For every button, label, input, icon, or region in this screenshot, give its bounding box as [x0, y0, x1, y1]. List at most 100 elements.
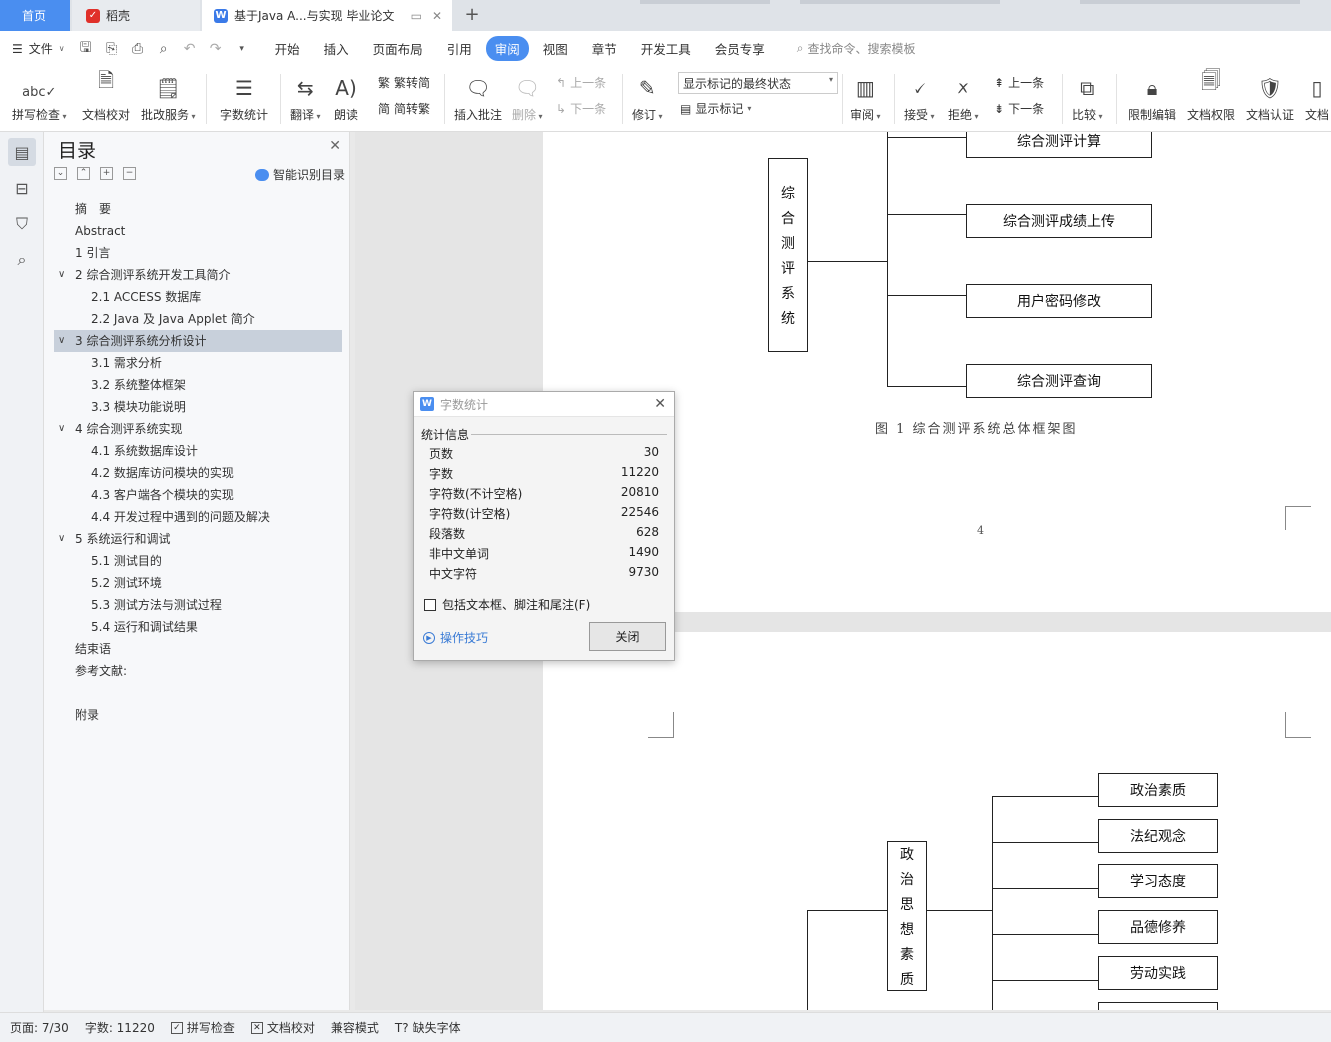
- toc-item[interactable]: ∨ 2 综合测评系统开发工具简介: [54, 264, 342, 286]
- accept-button[interactable]: 🗸 接受 ▾: [904, 70, 935, 123]
- add-heading-icon[interactable]: +: [100, 167, 113, 180]
- undo-icon[interactable]: ↶: [177, 41, 203, 57]
- toc-item[interactable]: 附录: [54, 704, 342, 726]
- tips-link[interactable]: ▶ 操作技巧: [423, 629, 488, 646]
- toc-item[interactable]: 1 引言: [54, 242, 342, 264]
- markup-state-select[interactable]: 显示标记的最终状态 ▾: [678, 72, 838, 94]
- toc-item[interactable]: 参考文献:: [54, 660, 342, 682]
- chevron-down-icon[interactable]: ∨: [58, 418, 65, 440]
- read-aloud-button[interactable]: A) 朗读: [334, 70, 358, 123]
- quick-access-more-icon[interactable]: ▾: [229, 44, 255, 54]
- toc-item[interactable]: ∨ 5 系统运行和调试: [54, 528, 342, 550]
- bookmark-icon[interactable]: ⛉: [8, 210, 36, 238]
- review-pane-button[interactable]: ▥ 审阅 ▾: [850, 70, 881, 123]
- simp-to-trad-button[interactable]: 简 简转繁: [378, 100, 430, 117]
- collapse-all-icon[interactable]: ⌄: [54, 167, 67, 180]
- chevron-down-icon[interactable]: ∨: [58, 264, 65, 286]
- track-changes-button[interactable]: ✎ 修订 ▾: [632, 70, 663, 123]
- menu-reference[interactable]: 引用: [437, 36, 482, 61]
- menu-start[interactable]: 开始: [265, 36, 310, 61]
- print-preview-icon[interactable]: ⌕: [151, 41, 177, 57]
- menu-chapter[interactable]: 章节: [582, 36, 627, 61]
- show-markup-button[interactable]: ▤ 显示标记 ▾: [680, 100, 751, 117]
- save-icon[interactable]: 🖫: [73, 37, 99, 61]
- toc-panel-icon[interactable]: ▤: [8, 138, 36, 166]
- prev-change-button[interactable]: ⇞ 上一条: [994, 74, 1044, 91]
- document-permission-button[interactable]: 🗐 文档权限: [1187, 68, 1235, 123]
- close-icon[interactable]: ✕: [329, 138, 341, 154]
- dialog-titlebar[interactable]: W 字数统计: [414, 392, 674, 417]
- tab-document[interactable]: W 基于Java A...与实现 毕业论文 ▭ ✕: [202, 0, 452, 31]
- trad-to-simp-button[interactable]: 繁 繁转简: [378, 74, 430, 91]
- reject-button[interactable]: 🗴 拒绝 ▾: [948, 70, 979, 123]
- close-tab-icon[interactable]: ✕: [432, 9, 442, 23]
- include-textbox-checkbox[interactable]: 包括文本框、脚注和尾注(F): [424, 596, 590, 613]
- revise-service-button[interactable]: 🗒 批改服务 ▾: [141, 70, 196, 123]
- expand-up-icon[interactable]: ⌃: [77, 167, 90, 180]
- toc-item[interactable]: ∨ 4 综合测评系统实现: [54, 418, 342, 440]
- export-pdf-icon[interactable]: ⎘: [99, 41, 125, 57]
- translate-button[interactable]: ⇆ 翻译 ▾: [290, 70, 321, 123]
- chapter-nav-icon[interactable]: ⊟: [8, 174, 36, 202]
- menu-page-layout[interactable]: 页面布局: [363, 36, 433, 61]
- status-proofread[interactable]: ✕ 文档校对: [250, 1019, 315, 1036]
- new-tab-button[interactable]: +: [460, 3, 484, 27]
- toc-item[interactable]: 5.3 测试方法与测试过程: [54, 594, 342, 616]
- menu-view[interactable]: 视图: [533, 36, 578, 61]
- chevron-down-icon[interactable]: ∨: [58, 330, 65, 352]
- toc-item[interactable]: 4.1 系统数据库设计: [54, 440, 342, 462]
- toc-item[interactable]: 5.4 运行和调试结果: [54, 616, 342, 638]
- status-spellcheck[interactable]: ✓ 拼写检查: [170, 1019, 235, 1036]
- command-search[interactable]: ⌕ 查找命令、搜索模板: [797, 40, 916, 57]
- word-count-indicator[interactable]: 字数: 11220: [85, 1019, 155, 1036]
- remove-heading-icon[interactable]: −: [123, 167, 136, 180]
- tab-home[interactable]: 首页: [0, 0, 70, 31]
- restrict-editing-button[interactable]: 🔒︎ 限制编辑: [1128, 70, 1176, 123]
- tab-daoke[interactable]: ✓ 稻壳: [72, 0, 200, 31]
- print-icon[interactable]: ⎙: [125, 41, 151, 57]
- file-menu[interactable]: ☰ 文件 ∨: [12, 40, 65, 57]
- menu-review[interactable]: 审阅: [485, 36, 529, 61]
- page-indicator[interactable]: 页面: 7/30: [10, 1019, 69, 1036]
- toc-item[interactable]: 4.2 数据库访问模块的实现: [54, 462, 342, 484]
- toc-item[interactable]: 3.3 模块功能说明: [54, 396, 342, 418]
- toc-item[interactable]: 5.2 测试环境: [54, 572, 342, 594]
- document-more-button[interactable]: ▯ 文档: [1305, 70, 1329, 123]
- toc-item[interactable]: 5.1 测试目的: [54, 550, 342, 572]
- redo-icon[interactable]: ↷: [203, 41, 229, 57]
- toc-item[interactable]: Abstract: [54, 220, 342, 242]
- word-count-button[interactable]: ☰ 字数统计: [220, 70, 268, 123]
- smart-toc-button[interactable]: 智能识别目录: [254, 166, 345, 183]
- close-button[interactable]: 关闭: [589, 622, 666, 651]
- document-page[interactable]: 政治思想素质 政治素质 法纪观念 学习态度 品德修养 劳动实践: [543, 632, 1331, 1010]
- toc-item[interactable]: 2.1 ACCESS 数据库: [54, 286, 342, 308]
- compat-mode[interactable]: 兼容模式: [331, 1019, 379, 1036]
- prev-comment-button[interactable]: ↰ 上一条: [556, 74, 606, 91]
- toc-item[interactable]: 3.2 系统整体框架: [54, 374, 342, 396]
- insert-comment-button[interactable]: 🗨 插入批注: [454, 70, 502, 123]
- toc-item[interactable]: 2.2 Java 及 Java Applet 简介: [54, 308, 342, 330]
- menu-insert[interactable]: 插入: [314, 36, 359, 61]
- search-icon[interactable]: ⌕: [8, 246, 36, 274]
- toc-item[interactable]: 4.3 客户端各个模块的实现: [54, 484, 342, 506]
- toc-item[interactable]: 摘 要: [54, 198, 342, 220]
- next-comment-button[interactable]: ↳ 下一条: [556, 100, 606, 117]
- window-restore-icon[interactable]: ▭: [411, 9, 422, 23]
- toc-item[interactable]: 3.1 需求分析: [54, 352, 342, 374]
- toc-item[interactable]: 结束语: [54, 638, 342, 660]
- spellcheck-button[interactable]: abc✓ 拼写检查 ▾: [12, 70, 67, 123]
- proofread-button[interactable]: 🗎 文档校对: [82, 68, 130, 123]
- toc-item[interactable]: ∨ 3 综合测评系统分析设计: [54, 330, 342, 352]
- missing-font[interactable]: T? 缺失字体: [395, 1019, 461, 1036]
- next-change-button[interactable]: ⇟ 下一条: [994, 100, 1044, 117]
- menu-member[interactable]: 会员专享: [705, 36, 775, 61]
- toc-item[interactable]: 4.4 开发过程中遇到的问题及解决: [54, 506, 342, 528]
- delete-comment-button[interactable]: 🗨 删除 ▾: [512, 70, 543, 123]
- close-icon[interactable]: ✕: [654, 396, 666, 412]
- compare-button[interactable]: ⧉ 比较 ▾: [1072, 70, 1103, 123]
- toc-item[interactable]: [54, 682, 342, 704]
- menu-developer[interactable]: 开发工具: [631, 36, 701, 61]
- document-certify-button[interactable]: 🛡︎ 文档认证: [1246, 70, 1294, 123]
- chevron-down-icon[interactable]: ∨: [58, 528, 65, 550]
- accept-icon: 🗸: [912, 76, 927, 100]
